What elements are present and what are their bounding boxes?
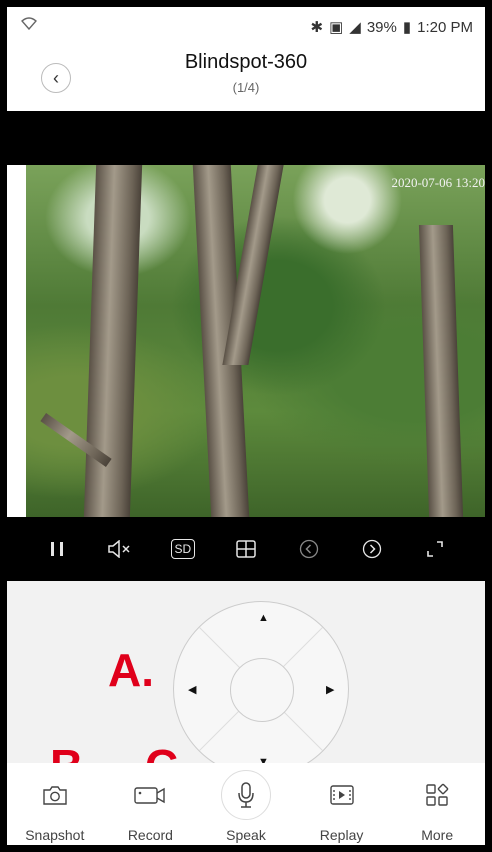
film-play-icon [329, 769, 355, 821]
sd-quality-button[interactable]: SD [166, 532, 200, 566]
header: ‹ Blindspot-360 (1/4) [7, 43, 485, 111]
joystick-center[interactable] [230, 658, 294, 722]
signal-icon: ◢ [349, 19, 361, 36]
video-letterbox [7, 111, 485, 165]
wifi-icon [21, 16, 37, 34]
multiview-button[interactable] [229, 532, 263, 566]
microphone-icon [238, 782, 254, 808]
phone-frame: ✱ ▣ ◢ 39% ▮ 1:20 PM ‹ Blindspot-360 (1/4… [0, 0, 492, 852]
circle-chevron-left-icon [299, 539, 319, 559]
camera-icon [42, 769, 68, 821]
next-camera-button[interactable] [355, 532, 389, 566]
status-time: 1:20 PM [417, 18, 473, 36]
fullscreen-icon [427, 541, 444, 557]
snapshot-button[interactable]: Snapshot [10, 769, 100, 843]
video-margin [7, 165, 26, 517]
ptz-up-arrow-icon[interactable]: ▲ [258, 612, 269, 624]
more-button[interactable]: More [392, 769, 482, 843]
previous-camera-button[interactable] [292, 532, 326, 566]
ptz-joystick[interactable]: ▲ ▼ ◀ ▶ [173, 601, 349, 777]
tree-trunk [83, 165, 143, 517]
record-button[interactable]: Record [105, 769, 195, 843]
speaker-muted-icon [107, 540, 130, 558]
tree-trunk [418, 225, 464, 517]
page-title: Blindspot-360 [184, 51, 308, 73]
fullscreen-button[interactable] [418, 532, 452, 566]
mute-button[interactable] [103, 532, 137, 566]
video-controls: SD [7, 517, 485, 581]
replay-button[interactable]: Replay [297, 769, 387, 843]
bluetooth-icon: ✱ [310, 19, 324, 36]
video-camera-icon [133, 769, 167, 821]
battery-percent: 39% [366, 18, 397, 36]
ptz-right-arrow-icon[interactable]: ▶ [326, 683, 334, 696]
speak-circle [220, 770, 271, 820]
apps-icon [425, 769, 449, 821]
grid-icon [236, 540, 256, 558]
speak-label: Speak [226, 827, 266, 843]
sd-label: SD [170, 539, 196, 559]
more-label: More [421, 827, 454, 843]
status-bar: ✱ ▣ ◢ 39% ▮ 1:20 PM [7, 7, 485, 43]
record-label: Record [127, 827, 173, 843]
snapshot-label: Snapshot [25, 827, 85, 843]
battery-icon: ▮ [402, 19, 412, 36]
nfc-icon: ▣ [329, 19, 344, 36]
camera-feed[interactable]: 2020-07-06 13:20 [26, 165, 485, 517]
circle-chevron-right-icon [363, 539, 382, 559]
camera-index: (1/4) [232, 80, 260, 95]
replay-label: Replay [319, 827, 364, 843]
video-timestamp: 2020-07-06 13:20 [391, 175, 485, 190]
ptz-left-arrow-icon[interactable]: ◀ [188, 683, 196, 696]
bottom-toolbar: Snapshot Record Speak Replay More [7, 763, 485, 845]
speak-button[interactable]: Speak [201, 769, 291, 843]
pause-icon [50, 542, 63, 556]
ptz-panel: ▲ ▼ ◀ ▶ [7, 581, 485, 777]
status-right: ✱ ▣ ◢ 39% ▮ 1:20 PM [310, 18, 473, 37]
pause-button[interactable] [40, 532, 74, 566]
annotation-a: A. [108, 644, 154, 696]
